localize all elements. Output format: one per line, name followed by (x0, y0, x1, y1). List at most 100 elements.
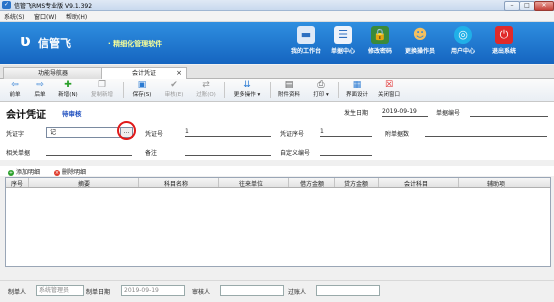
date-label: 发生日期 (344, 110, 369, 117)
close-button[interactable]: ✕ (534, 1, 554, 11)
button-label: 保存(S) (132, 92, 152, 98)
maker-label: 制单人 (8, 289, 27, 296)
button-label: 更多操作 (233, 92, 256, 98)
doc-number-label: 单据编号 (436, 110, 461, 117)
make-date-field: 2019-09-19 (121, 285, 185, 296)
globe-icon: ◎ (454, 26, 472, 44)
doc-number-field[interactable] (470, 108, 548, 117)
print-icon: ⎙ (317, 80, 325, 90)
window-title: 信管飞RMS专业版 V9.1.392 (14, 3, 93, 10)
new-button[interactable]: ✚ 新增(N) (54, 80, 82, 100)
tab-close-icon[interactable]: × (176, 68, 182, 79)
button-label: 审核(E) (164, 92, 184, 98)
tab-label: 会计凭证 (131, 70, 156, 77)
close-window-button[interactable]: ☒ 关闭窗口 (374, 80, 404, 100)
audit-icon: ✔ (170, 80, 178, 90)
brand-slogan: · 精细化管理软件 (108, 40, 163, 48)
grid-header: 序号 摘要 科目名称 往来单位 借方金额 贷方金额 会计科目 辅助项 (6, 178, 550, 188)
copy-new-button[interactable]: ❐ 复制新增 (86, 80, 118, 100)
nav-switch-operator[interactable]: ☻ 更换操作员 (397, 26, 443, 62)
layout-design-button[interactable]: ▦ 界面设计 (342, 80, 372, 100)
menu-system[interactable]: 系统(S) (4, 12, 25, 21)
note-label: 备注 (145, 150, 158, 157)
related-docs-field[interactable] (46, 147, 132, 156)
app-icon: ✓ (2, 1, 11, 9)
voucher-seq-field[interactable]: 1 (320, 128, 372, 137)
menu-help[interactable]: 帮助(H) (66, 12, 87, 21)
monitor-icon: ▬ (297, 26, 315, 44)
button-label: 前单 (9, 92, 21, 98)
maximize-button[interactable]: □ (519, 1, 535, 11)
auditor-label: 审核人 (192, 289, 211, 296)
button-label: 打印 (313, 92, 325, 98)
next-doc-button[interactable]: ⇨ 后单 (29, 80, 51, 100)
title-bar: ✓ 信管飞RMS专业版 V9.1.392 – □ ✕ (0, 0, 554, 11)
prev-doc-button[interactable]: ⇦ 前单 (4, 80, 26, 100)
brand-name: 信管飞 (38, 37, 71, 50)
button-label: 复制新增 (90, 92, 113, 98)
voucher-word-field[interactable]: 记 (46, 127, 123, 138)
delete-circle-icon: × (54, 169, 60, 176)
column-divider (218, 178, 219, 187)
more-actions-icon: ⇊ (243, 80, 251, 90)
voucher-footer: 制单人 系统管理员 制单日期 2019-09-19 审核人 过账人 (0, 280, 554, 302)
minimize-button[interactable]: – (504, 1, 520, 11)
nav-label: 用户中心 (450, 48, 475, 55)
prev-arrow-icon: ⇦ (11, 80, 19, 90)
attachment-icon: ▤ (284, 80, 294, 90)
add-detail-button[interactable]: + 添加明细 (8, 167, 40, 176)
post-button[interactable]: ⇄ 过账(O) (191, 80, 221, 100)
tab-label: 功能导航器 (37, 70, 68, 77)
detail-toolbar: + 添加明细 × 删除明细 (0, 166, 554, 176)
power-icon: ⏻ (495, 26, 513, 44)
save-button[interactable]: ▣ 保存(S) (128, 80, 156, 100)
column-header-auxiliary: 辅助项 (486, 181, 505, 188)
nav-label: 更换操作员 (404, 48, 435, 55)
voucher-no-field[interactable]: 1 (185, 128, 271, 137)
delete-detail-button[interactable]: × 删除明细 (54, 167, 86, 176)
button-label: 后单 (34, 92, 46, 98)
print-button[interactable]: ⎙ 打印 ▾ (308, 80, 334, 100)
nav-user-center[interactable]: ◎ 用户中心 (440, 26, 486, 62)
brand-slogan-text: 精细化管理软件 (113, 40, 163, 48)
button-label: 界面设计 (345, 92, 368, 98)
tab-function-navigator[interactable]: 功能导航器 (3, 67, 103, 79)
attachments-count-label: 附单据数 (385, 131, 410, 138)
auditor-field (220, 285, 284, 296)
column-divider (378, 178, 379, 187)
voucher-header: 会计凭证 待审核 发生日期 2019-09-19 单据编号 (0, 102, 554, 121)
menu-window[interactable]: 窗口(W) (34, 12, 57, 21)
close-window-icon: ☒ (384, 80, 394, 90)
column-header-account-name: 科目名称 (163, 181, 188, 188)
toolbar-divider (224, 82, 225, 98)
copy-icon: ❐ (97, 80, 107, 90)
nav-exit-system[interactable]: ⏻ 退出系统 (481, 26, 527, 62)
custom-number-field[interactable] (320, 147, 372, 156)
brand-logo-icon: ʋ (20, 31, 31, 50)
attachment-button[interactable]: ▤ 附件资料 (274, 80, 304, 100)
button-label: 新增(N) (58, 92, 78, 98)
layout-design-icon: ▦ (352, 80, 362, 90)
audit-button[interactable]: ✔ 审核(E) (160, 80, 188, 100)
voucher-form: 凭证字 记 ... 凭证号 1 凭证序号 1 附单据数 相关单据 备注 自定义编… (0, 120, 554, 160)
attachments-count-field[interactable] (425, 128, 547, 137)
app-banner: ʋ 信管飞 · 精细化管理软件 ▬ 我的工作台 ☰ 单据中心 🔒 修改密码 ☻ … (0, 22, 554, 64)
column-header-counterparty: 往来单位 (238, 181, 263, 188)
poster-label: 过账人 (288, 289, 307, 296)
date-field[interactable]: 2019-09-19 (382, 108, 428, 117)
tab-strip: 功能导航器 会计凭证 × (0, 65, 554, 80)
custom-number-label: 自定义编号 (280, 150, 311, 157)
add-icon: ✚ (64, 80, 72, 90)
page-title: 会计凭证 (6, 110, 46, 121)
user-icon: ☻ (412, 27, 428, 43)
voucher-no-label: 凭证号 (145, 131, 164, 138)
detail-grid[interactable]: 序号 摘要 科目名称 往来单位 借方金额 贷方金额 会计科目 辅助项 (5, 177, 551, 267)
column-header-credit: 贷方金额 (343, 181, 368, 188)
toolbar: ⇦ 前单 ⇨ 后单 ✚ 新增(N) ❐ 复制新增 ▣ 保存(S) ✔ 审核(E) ⇄ 过账(O… (0, 79, 554, 102)
add-circle-icon: + (8, 169, 14, 176)
column-divider (458, 178, 459, 187)
button-label: 关闭窗口 (377, 92, 400, 98)
more-actions-button[interactable]: ⇊ 更多操作 ▾ (228, 80, 266, 100)
column-header-summary: 摘要 (77, 181, 90, 188)
note-field[interactable] (185, 147, 271, 156)
